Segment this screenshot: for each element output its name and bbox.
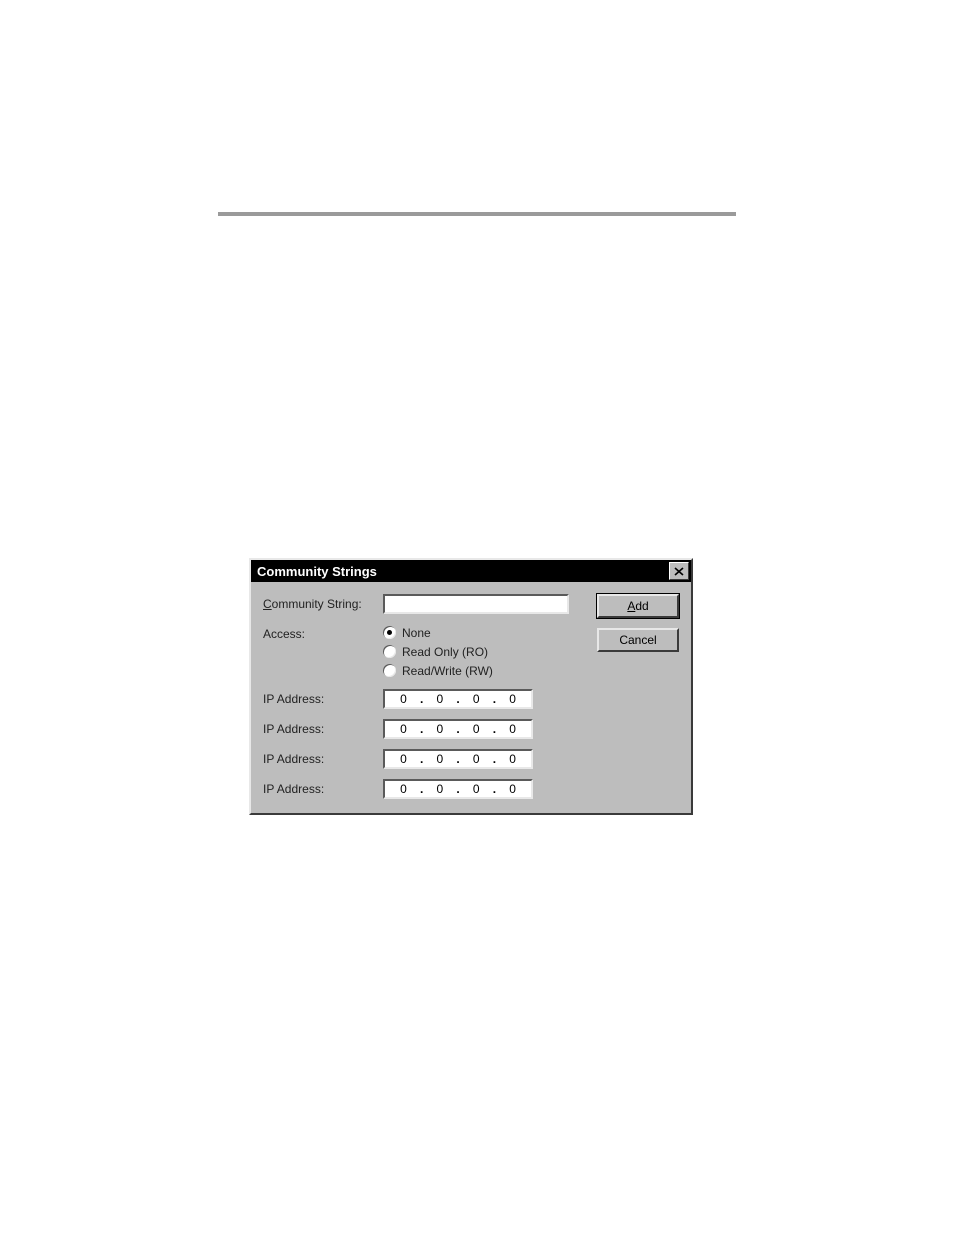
- access-radios: None Read Only (RO) Read/Write (RW): [383, 624, 493, 679]
- ip-label-2: IP Address:: [263, 719, 383, 736]
- ip-dot-icon: .: [491, 752, 498, 766]
- ip-input-4[interactable]: . . .: [383, 779, 533, 799]
- ip1-o2[interactable]: [425, 691, 454, 707]
- ip4-o1[interactable]: [389, 781, 418, 797]
- access-label: Access:: [263, 624, 383, 641]
- ip2-o1[interactable]: [389, 721, 418, 737]
- button-column: Add Cancel: [597, 594, 679, 652]
- ip-row-2: IP Address: . . .: [263, 719, 679, 739]
- ip3-o3[interactable]: [462, 751, 491, 767]
- ip-dot-icon: .: [454, 752, 461, 766]
- ip-dot-icon: .: [418, 782, 425, 796]
- cancel-button[interactable]: Cancel: [597, 628, 679, 652]
- ip-input-1[interactable]: . . .: [383, 689, 533, 709]
- community-string-label: Community String:: [263, 594, 383, 611]
- ip-input-3[interactable]: . . .: [383, 749, 533, 769]
- ip-label-3: IP Address:: [263, 749, 383, 766]
- close-icon: [674, 567, 684, 576]
- radio-none-label: None: [402, 626, 431, 640]
- ip-dot-icon: .: [491, 722, 498, 736]
- ip1-o4[interactable]: [498, 691, 527, 707]
- mnemonic-c: C: [263, 597, 272, 611]
- ip-dot-icon: .: [418, 692, 425, 706]
- radio-none-icon: [383, 626, 396, 639]
- radio-rw[interactable]: Read/Write (RW): [383, 662, 493, 679]
- radio-ro-icon: [383, 645, 396, 658]
- ip4-o2[interactable]: [425, 781, 454, 797]
- ip-row-3: IP Address: . . .: [263, 749, 679, 769]
- add-button[interactable]: Add: [597, 594, 679, 618]
- ip-dot-icon: .: [491, 782, 498, 796]
- ip-row-4: IP Address: . . .: [263, 779, 679, 799]
- cancel-button-label: Cancel: [619, 633, 656, 647]
- dialog-body: Community String: Access: None Read Only…: [251, 582, 691, 813]
- ip-dot-icon: .: [454, 782, 461, 796]
- ip3-o4[interactable]: [498, 751, 527, 767]
- ip-dot-icon: .: [418, 722, 425, 736]
- ip2-o2[interactable]: [425, 721, 454, 737]
- ip2-o3[interactable]: [462, 721, 491, 737]
- ip-dot-icon: .: [454, 692, 461, 706]
- add-button-rest: dd: [635, 599, 648, 613]
- community-string-label-rest: ommunity String:: [272, 597, 362, 611]
- dialog-title: Community Strings: [257, 564, 377, 579]
- ip-label-1: IP Address:: [263, 689, 383, 706]
- radio-rw-label: Read/Write (RW): [402, 664, 493, 678]
- ip-dot-icon: .: [491, 692, 498, 706]
- ip-label-4: IP Address:: [263, 779, 383, 796]
- titlebar: Community Strings: [251, 560, 691, 582]
- ip4-o4[interactable]: [498, 781, 527, 797]
- community-string-input[interactable]: [383, 594, 569, 614]
- radio-rw-icon: [383, 664, 396, 677]
- radio-dot-icon: [387, 630, 392, 635]
- radio-none[interactable]: None: [383, 624, 493, 641]
- radio-ro-label: Read Only (RO): [402, 645, 488, 659]
- close-button[interactable]: [669, 562, 689, 580]
- ip1-o3[interactable]: [462, 691, 491, 707]
- ip1-o1[interactable]: [389, 691, 418, 707]
- community-strings-dialog: Community Strings Community String: Acce…: [249, 558, 693, 815]
- ip-input-2[interactable]: . . .: [383, 719, 533, 739]
- ip-dot-icon: .: [418, 752, 425, 766]
- radio-ro[interactable]: Read Only (RO): [383, 643, 493, 660]
- ip3-o1[interactable]: [389, 751, 418, 767]
- ip-dot-icon: .: [454, 722, 461, 736]
- horizontal-rule: [218, 212, 736, 216]
- ip4-o3[interactable]: [462, 781, 491, 797]
- ip3-o2[interactable]: [425, 751, 454, 767]
- ip2-o4[interactable]: [498, 721, 527, 737]
- ip-row-1: IP Address: . . .: [263, 689, 679, 709]
